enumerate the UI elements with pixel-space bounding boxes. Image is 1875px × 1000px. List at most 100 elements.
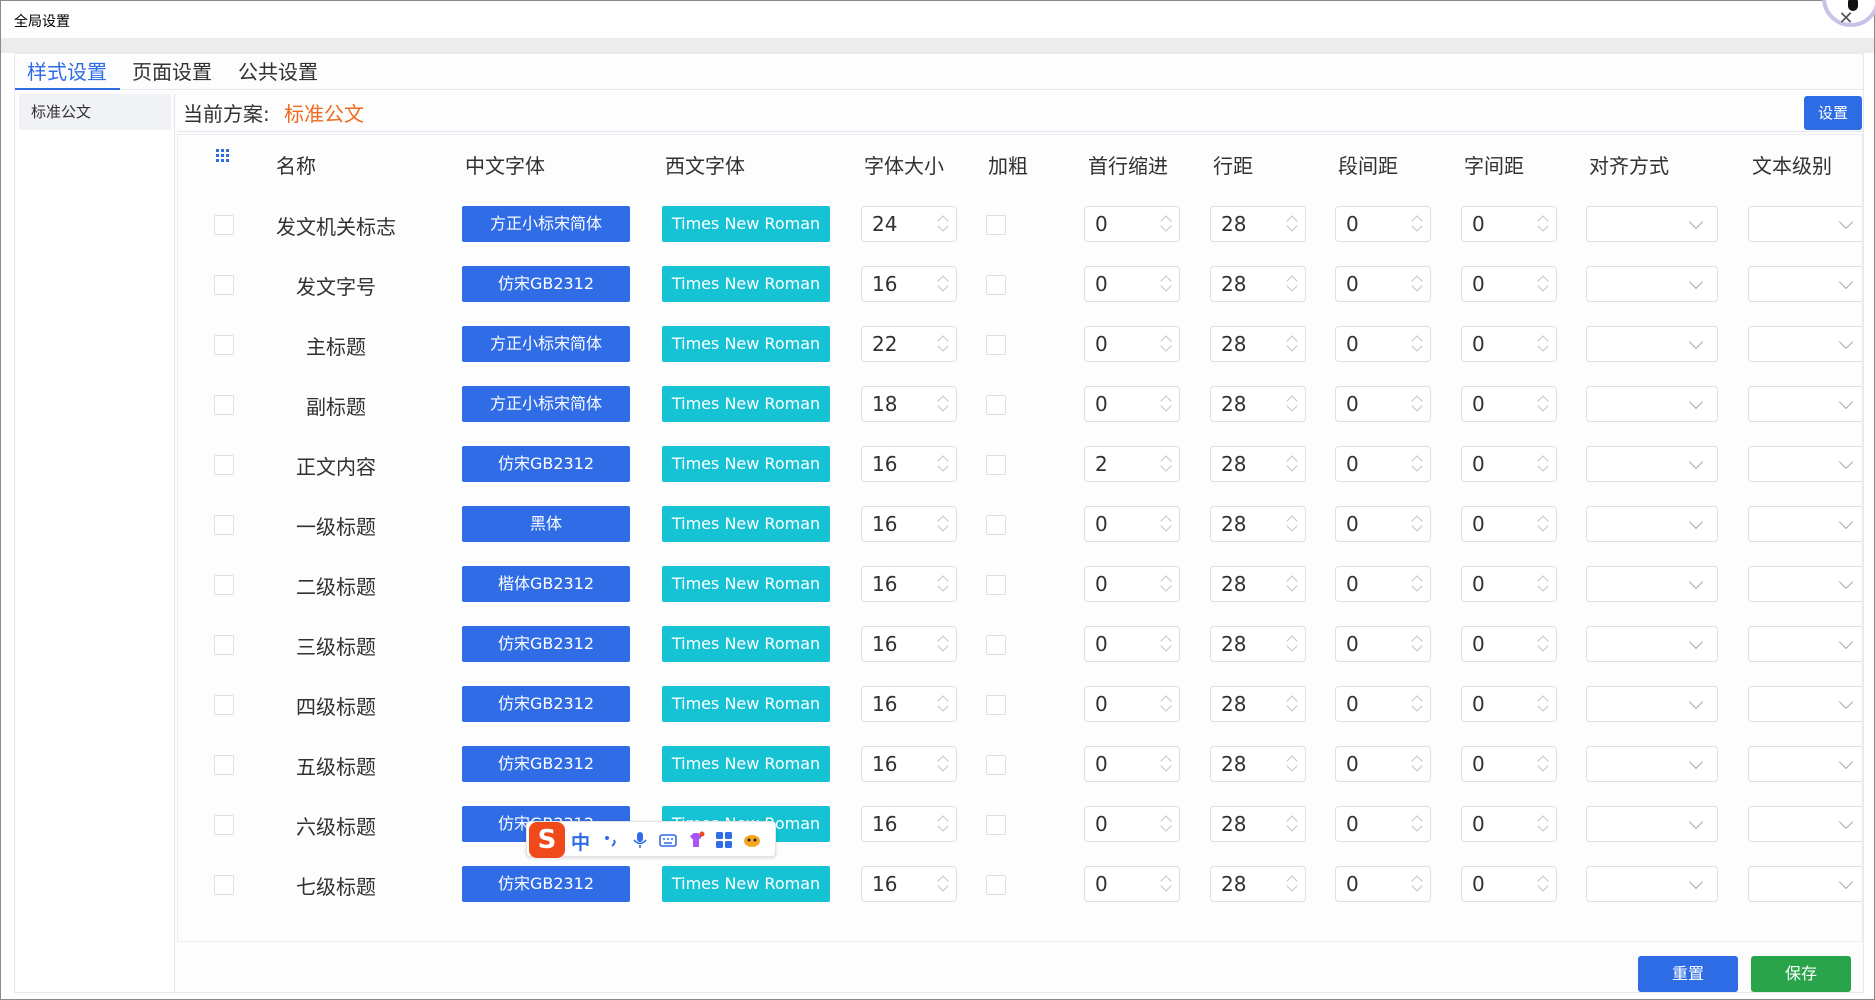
spinner-icon[interactable] xyxy=(1285,212,1299,236)
alignment-select[interactable] xyxy=(1586,206,1718,242)
para-spacing-input[interactable]: 0 xyxy=(1335,326,1431,362)
spinner-icon[interactable] xyxy=(1285,632,1299,656)
bold-checkbox[interactable] xyxy=(986,575,1006,595)
para-spacing-input[interactable]: 0 xyxy=(1335,266,1431,302)
bold-checkbox[interactable] xyxy=(986,695,1006,715)
row-select-checkbox[interactable] xyxy=(214,395,234,415)
char-spacing-input[interactable]: 0 xyxy=(1461,626,1557,662)
spinner-icon[interactable] xyxy=(1285,452,1299,476)
bold-checkbox[interactable] xyxy=(986,815,1006,835)
sidebar-item-standard-doc[interactable]: 标准公文 xyxy=(19,94,171,130)
line-spacing-input[interactable]: 28 xyxy=(1210,506,1306,542)
cn-font-button[interactable]: 方正小标宋简体 xyxy=(462,386,630,422)
en-font-button[interactable]: Times New Roman xyxy=(662,686,830,722)
spinner-icon[interactable] xyxy=(1285,692,1299,716)
font-size-input[interactable]: 16 xyxy=(861,866,957,902)
font-size-input[interactable]: 24 xyxy=(861,206,957,242)
char-spacing-input[interactable]: 0 xyxy=(1461,266,1557,302)
char-spacing-input[interactable]: 0 xyxy=(1461,566,1557,602)
spinner-icon[interactable] xyxy=(1285,272,1299,296)
spinner-icon[interactable] xyxy=(936,332,950,356)
spinner-icon[interactable] xyxy=(1410,212,1424,236)
first-indent-input[interactable]: 0 xyxy=(1084,746,1180,782)
ime-logo-icon[interactable]: S xyxy=(529,822,565,858)
spinner-icon[interactable] xyxy=(1536,872,1550,896)
spinner-icon[interactable] xyxy=(936,752,950,776)
text-level-select[interactable] xyxy=(1748,326,1862,362)
line-spacing-input[interactable]: 28 xyxy=(1210,386,1306,422)
spinner-icon[interactable] xyxy=(1536,812,1550,836)
en-font-button[interactable]: Times New Roman xyxy=(662,866,830,902)
para-spacing-input[interactable]: 0 xyxy=(1335,686,1431,722)
spinner-icon[interactable] xyxy=(1536,692,1550,716)
first-indent-input[interactable]: 0 xyxy=(1084,266,1180,302)
alignment-select[interactable] xyxy=(1586,866,1718,902)
first-indent-input[interactable]: 0 xyxy=(1084,626,1180,662)
spinner-icon[interactable] xyxy=(1410,872,1424,896)
font-size-input[interactable]: 16 xyxy=(861,686,957,722)
spinner-icon[interactable] xyxy=(1159,512,1173,536)
text-level-select[interactable] xyxy=(1748,446,1862,482)
spinner-icon[interactable] xyxy=(1536,752,1550,776)
alignment-select[interactable] xyxy=(1586,386,1718,422)
line-spacing-input[interactable]: 28 xyxy=(1210,266,1306,302)
para-spacing-input[interactable]: 0 xyxy=(1335,386,1431,422)
text-level-select[interactable] xyxy=(1748,206,1862,242)
row-select-checkbox[interactable] xyxy=(214,755,234,775)
line-spacing-input[interactable]: 28 xyxy=(1210,746,1306,782)
en-font-button[interactable]: Times New Roman xyxy=(662,266,830,302)
text-level-select[interactable] xyxy=(1748,506,1862,542)
font-size-input[interactable]: 16 xyxy=(861,746,957,782)
spinner-icon[interactable] xyxy=(1536,332,1550,356)
char-spacing-input[interactable]: 0 xyxy=(1461,386,1557,422)
para-spacing-input[interactable]: 0 xyxy=(1335,206,1431,242)
char-spacing-input[interactable]: 0 xyxy=(1461,866,1557,902)
font-size-input[interactable]: 16 xyxy=(861,446,957,482)
spinner-icon[interactable] xyxy=(1285,572,1299,596)
spinner-icon[interactable] xyxy=(1285,332,1299,356)
en-font-button[interactable]: Times New Roman xyxy=(662,746,830,782)
first-indent-input[interactable]: 0 xyxy=(1084,866,1180,902)
spinner-icon[interactable] xyxy=(1536,572,1550,596)
spinner-icon[interactable] xyxy=(1285,812,1299,836)
first-indent-input[interactable]: 2 xyxy=(1084,446,1180,482)
line-spacing-input[interactable]: 28 xyxy=(1210,626,1306,662)
spinner-icon[interactable] xyxy=(1536,212,1550,236)
ime-mode[interactable]: 中 xyxy=(571,828,590,855)
spinner-icon[interactable] xyxy=(1159,692,1173,716)
font-size-input[interactable]: 16 xyxy=(861,506,957,542)
cn-font-button[interactable]: 仿宋GB2312 xyxy=(462,626,630,662)
para-spacing-input[interactable]: 0 xyxy=(1335,626,1431,662)
spinner-icon[interactable] xyxy=(1159,272,1173,296)
spinner-icon[interactable] xyxy=(1285,392,1299,416)
text-level-select[interactable] xyxy=(1748,686,1862,722)
spinner-icon[interactable] xyxy=(1536,392,1550,416)
spinner-icon[interactable] xyxy=(1159,392,1173,416)
alignment-select[interactable] xyxy=(1586,266,1718,302)
en-font-button[interactable]: Times New Roman xyxy=(662,506,830,542)
close-icon[interactable]: ✕ xyxy=(1836,9,1856,29)
alignment-select[interactable] xyxy=(1586,506,1718,542)
row-select-checkbox[interactable] xyxy=(214,515,234,535)
text-level-select[interactable] xyxy=(1748,866,1862,902)
font-size-input[interactable]: 16 xyxy=(861,806,957,842)
ime-mascot-icon[interactable] xyxy=(743,831,761,849)
spinner-icon[interactable] xyxy=(936,812,950,836)
alignment-select[interactable] xyxy=(1586,686,1718,722)
para-spacing-input[interactable]: 0 xyxy=(1335,446,1431,482)
cn-font-button[interactable]: 仿宋GB2312 xyxy=(462,266,630,302)
spinner-icon[interactable] xyxy=(1410,572,1424,596)
spinner-icon[interactable] xyxy=(936,512,950,536)
spinner-icon[interactable] xyxy=(1536,632,1550,656)
alignment-select[interactable] xyxy=(1586,566,1718,602)
char-spacing-input[interactable]: 0 xyxy=(1461,446,1557,482)
cn-font-button[interactable]: 楷体GB2312 xyxy=(462,566,630,602)
spinner-icon[interactable] xyxy=(1410,512,1424,536)
spinner-icon[interactable] xyxy=(936,452,950,476)
spinner-icon[interactable] xyxy=(1285,872,1299,896)
spinner-icon[interactable] xyxy=(1410,752,1424,776)
ime-apps-icon[interactable] xyxy=(715,831,733,849)
spinner-icon[interactable] xyxy=(936,872,950,896)
tab-style-settings[interactable]: 样式设置 xyxy=(15,58,120,90)
line-spacing-input[interactable]: 28 xyxy=(1210,866,1306,902)
